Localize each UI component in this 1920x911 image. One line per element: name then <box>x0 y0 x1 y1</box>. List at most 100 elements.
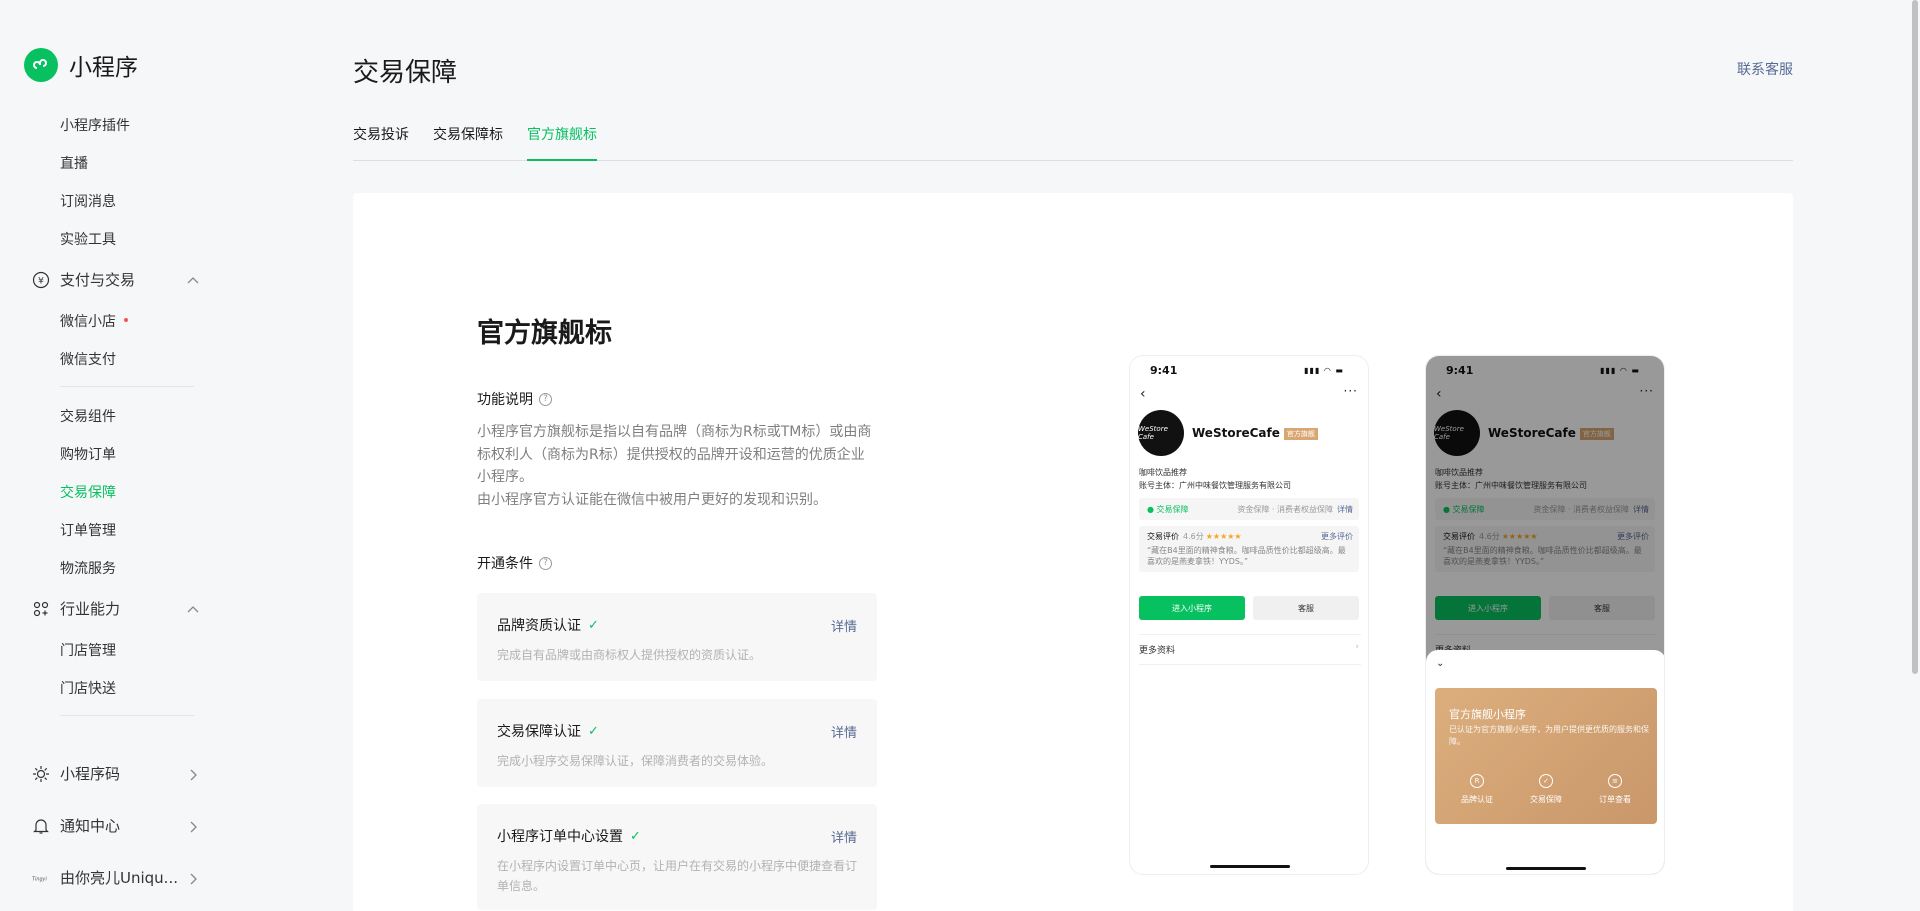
condition-desc: 在小程序内设置订单中心页，让用户在有交易的小程序中便捷查看订单信息。 <box>497 859 858 893</box>
sidebar-item-wechat-pay[interactable]: 微信支付 <box>60 349 116 369</box>
sidebar-item-store-delivery[interactable]: 门店快送 <box>60 678 116 698</box>
check-icon: ✓ <box>588 723 599 739</box>
svg-text:¥: ¥ <box>38 276 44 286</box>
shield-icon: ● 交易保障 <box>1147 505 1189 514</box>
feature-trade-guarantee: ✓ 交易保障 <box>1516 774 1576 805</box>
sidebar-item-lab-tools[interactable]: 实验工具 <box>60 229 116 249</box>
service-button: 客服 <box>1253 596 1359 620</box>
sidebar: 小程序 小程序插件 直播 订阅消息 实验工具 ¥ 支付与交易 微信小店 微信支付… <box>0 0 230 911</box>
bell-icon <box>32 817 50 835</box>
order-list-icon: ≡ <box>1608 774 1622 788</box>
yuan-icon: ¥ <box>32 271 50 289</box>
flagship-card: 官方旗舰小程序 已认证为官方旗舰小程序，为用户提供更优质的服务和保障。 R 品牌认… <box>1435 688 1657 824</box>
feature-order-view: ≡ 订单查看 <box>1585 774 1645 805</box>
sidebar-item-account[interactable]: Tingyi 由你亮儿Uniqu... <box>32 867 200 888</box>
conditions-heading: 开通条件 ? <box>477 553 552 573</box>
sidebar-item-wechat-store[interactable]: 微信小店 <box>60 311 128 331</box>
home-indicator <box>1210 865 1290 868</box>
flagship-bottom-sheet: ⌄ 官方旗舰小程序 已认证为官方旗舰小程序，为用户提供更优质的服务和保障。 R品… <box>1426 650 1664 874</box>
brand-category: 咖啡饮品推荐 <box>1139 468 1187 477</box>
section-title: 官方旗舰标 <box>477 318 612 349</box>
chevron-right-icon: › <box>1355 642 1359 652</box>
sidebar-item-label: 小程序码 <box>60 765 121 783</box>
condition-title: 小程序订单中心设置 <box>497 829 623 845</box>
chevron-right-icon <box>186 767 200 781</box>
sidebar-item-store-management[interactable]: 门店管理 <box>60 640 116 660</box>
chevron-up-icon <box>186 602 200 616</box>
sidebar-group-label: 行业能力 <box>60 600 121 618</box>
sidebar-item-live[interactable]: 直播 <box>60 153 88 173</box>
tab-official-flagship[interactable]: 官方旗舰标 <box>527 124 597 161</box>
tab-guarantee-badge[interactable]: 交易保障标 <box>433 124 503 161</box>
industry-icon <box>32 600 50 618</box>
help-icon[interactable]: ? <box>539 392 552 406</box>
miniprogram-logo-icon <box>24 48 58 82</box>
phone-preview-profile: 9:41 ▮▮▮ ◠ ▬ ‹ ··· WeStore Cafe WeStoreC… <box>1129 355 1369 875</box>
sidebar-group-industry[interactable]: 行业能力 <box>32 598 200 619</box>
chevron-up-icon <box>186 273 200 287</box>
condition-details-link[interactable]: 详情 <box>831 722 857 741</box>
sidebar-divider <box>60 715 194 716</box>
sidebar-item-label: 通知中心 <box>60 817 121 835</box>
sidebar-divider <box>60 386 194 387</box>
account-entity: 账号主体：广州中味餐饮管理服务有限公司 <box>1139 481 1291 490</box>
feature-description: 小程序官方旗舰标是指以自有品牌（商标为R标或TM标）或由商标权利人（商标为R标）… <box>477 424 872 508</box>
sidebar-item-order-management[interactable]: 订单管理 <box>60 520 116 540</box>
registered-icon: R <box>1470 774 1484 788</box>
tab-complaints[interactable]: 交易投诉 <box>353 124 409 161</box>
flagship-tag: 官方旗舰 <box>1283 427 1318 440</box>
back-arrow-icon: ‹ <box>1140 386 1146 402</box>
svg-text:Tingyi: Tingyi <box>32 876 47 882</box>
feature-brand-cert: R 品牌认证 <box>1447 774 1507 805</box>
brand-avatar: WeStore Cafe <box>1138 410 1184 456</box>
chevron-right-icon <box>186 871 200 885</box>
phone-preview-flagship-sheet: 9:41 ▮▮▮ ◠ ▬ ‹ ··· WeStore Cafe WeStoreC… <box>1425 355 1665 875</box>
flagship-card-title: 官方旗舰小程序 <box>1449 708 1526 721</box>
app-logo[interactable]: 小程序 <box>24 48 138 82</box>
sidebar-item-notifications[interactable]: 通知中心 <box>32 815 200 836</box>
account-name: 由你亮儿Uniqu... <box>60 869 178 887</box>
sidebar-item-subscribe[interactable]: 订阅消息 <box>60 191 116 211</box>
review-box: 交易评价 4.6分 ★★★★★ 更多评价 “藏在B4里面的精神食粮。咖啡品质性价比都… <box>1139 526 1359 572</box>
condition-desc: 完成自有品牌或由商标权人提供授权的资质认证。 <box>497 648 762 662</box>
more-dots-icon: ··· <box>1343 384 1358 398</box>
app-title: 小程序 <box>69 55 138 81</box>
guarantee-row: ● 交易保障 资金保障 · 消费者权益保障 详情 <box>1139 498 1359 520</box>
status-icons: ▮▮▮ ◠ ▬ <box>1304 366 1344 375</box>
page-scrollbar[interactable] <box>1912 0 1918 674</box>
content-card: 官方旗舰标 功能说明 ? 小程序官方旗舰标是指以自有品牌（商标为R标或TM标）或… <box>353 193 1793 911</box>
more-info-row: 更多资料 › <box>1139 634 1361 665</box>
shield-check-icon: ✓ <box>1539 774 1553 788</box>
sun-icon <box>32 765 50 783</box>
condition-card: 小程序订单中心设置 ✓ 在小程序内设置订单中心页，让用户在有交易的小程序中便捷查看… <box>477 804 877 910</box>
help-icon[interactable]: ? <box>539 556 552 570</box>
check-icon: ✓ <box>630 828 641 844</box>
condition-title: 品牌资质认证 <box>497 618 581 634</box>
contact-support-link[interactable]: 联系客服 <box>1737 59 1793 79</box>
sidebar-item-trade-guarantee[interactable]: 交易保障 <box>60 482 116 502</box>
condition-title: 交易保障认证 <box>497 724 581 740</box>
tab-bar: 交易投诉 交易保障标 官方旗舰标 <box>353 124 1793 161</box>
condition-card: 品牌资质认证 ✓ 完成自有品牌或由商标权人提供授权的资质认证。 详情 <box>477 593 877 681</box>
notification-dot <box>124 318 128 322</box>
feature-heading: 功能说明 ? <box>477 389 552 409</box>
sidebar-item-trade-component[interactable]: 交易组件 <box>60 406 116 426</box>
enter-miniprogram-button: 进入小程序 <box>1139 596 1245 620</box>
star-rating: ★★★★★ <box>1205 532 1242 541</box>
brand-name: WeStoreCafe 官方旗舰 <box>1192 426 1318 440</box>
page-title: 交易保障 <box>353 58 458 88</box>
condition-desc: 完成小程序交易保障认证，保障消费者的交易体验。 <box>497 754 774 768</box>
sidebar-item-logistics[interactable]: 物流服务 <box>60 558 116 578</box>
condition-card: 交易保障认证 ✓ 完成小程序交易保障认证，保障消费者的交易体验。 详情 <box>477 699 877 787</box>
condition-details-link[interactable]: 详情 <box>831 827 857 846</box>
account-logo: Tingyi <box>32 869 50 887</box>
condition-details-link[interactable]: 详情 <box>831 616 857 635</box>
home-indicator <box>1506 867 1586 870</box>
chevron-right-icon <box>186 819 200 833</box>
sidebar-item-shopping-orders[interactable]: 购物订单 <box>60 444 116 464</box>
sidebar-item-qrcode[interactable]: 小程序码 <box>32 763 200 784</box>
status-time: 9:41 <box>1150 364 1178 377</box>
sidebar-item-plugins[interactable]: 小程序插件 <box>60 115 130 135</box>
sidebar-group-payment[interactable]: ¥ 支付与交易 <box>32 269 200 290</box>
flagship-card-desc: 已认证为官方旗舰小程序，为用户提供更优质的服务和保障。 <box>1449 725 1649 746</box>
